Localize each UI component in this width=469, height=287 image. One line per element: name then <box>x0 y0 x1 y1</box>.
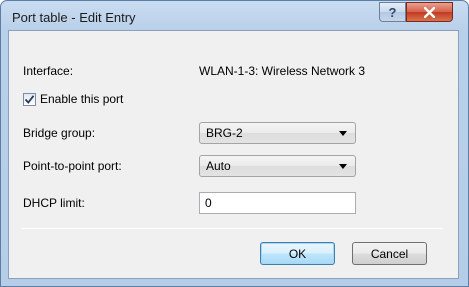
enable-port-row[interactable]: Enable this port <box>23 92 123 106</box>
help-icon: ? <box>388 4 397 20</box>
bridge-group-value: BRG-2 <box>206 126 243 140</box>
bridge-group-label: Bridge group: <box>23 126 96 140</box>
close-icon <box>424 6 435 18</box>
dropdown-arrow-icon <box>339 131 347 136</box>
ok-button[interactable]: OK <box>260 242 335 265</box>
p2p-label: Point-to-point port: <box>23 159 122 173</box>
enable-port-label: Enable this port <box>40 92 124 106</box>
cancel-button[interactable]: Cancel <box>352 242 427 265</box>
help-button[interactable]: ? <box>379 2 406 22</box>
close-button[interactable] <box>406 2 453 22</box>
p2p-select[interactable]: Auto <box>199 155 356 177</box>
interface-label: Interface: <box>23 64 74 78</box>
p2p-value: Auto <box>206 159 231 173</box>
checkmark-icon <box>24 94 35 104</box>
enable-port-checkbox[interactable] <box>23 92 36 106</box>
divider <box>22 228 443 229</box>
interface-value: WLAN-1-3: Wireless Network 3 <box>199 64 366 78</box>
window-title: Port table - Edit Entry <box>12 10 136 25</box>
dhcp-limit-label: DHCP limit: <box>23 196 85 210</box>
dhcp-limit-input[interactable]: 0 <box>199 192 356 214</box>
dropdown-arrow-icon <box>339 164 347 169</box>
bridge-group-select[interactable]: BRG-2 <box>199 122 356 144</box>
title-bar[interactable]: Port table - Edit Entry ? <box>1 1 468 31</box>
